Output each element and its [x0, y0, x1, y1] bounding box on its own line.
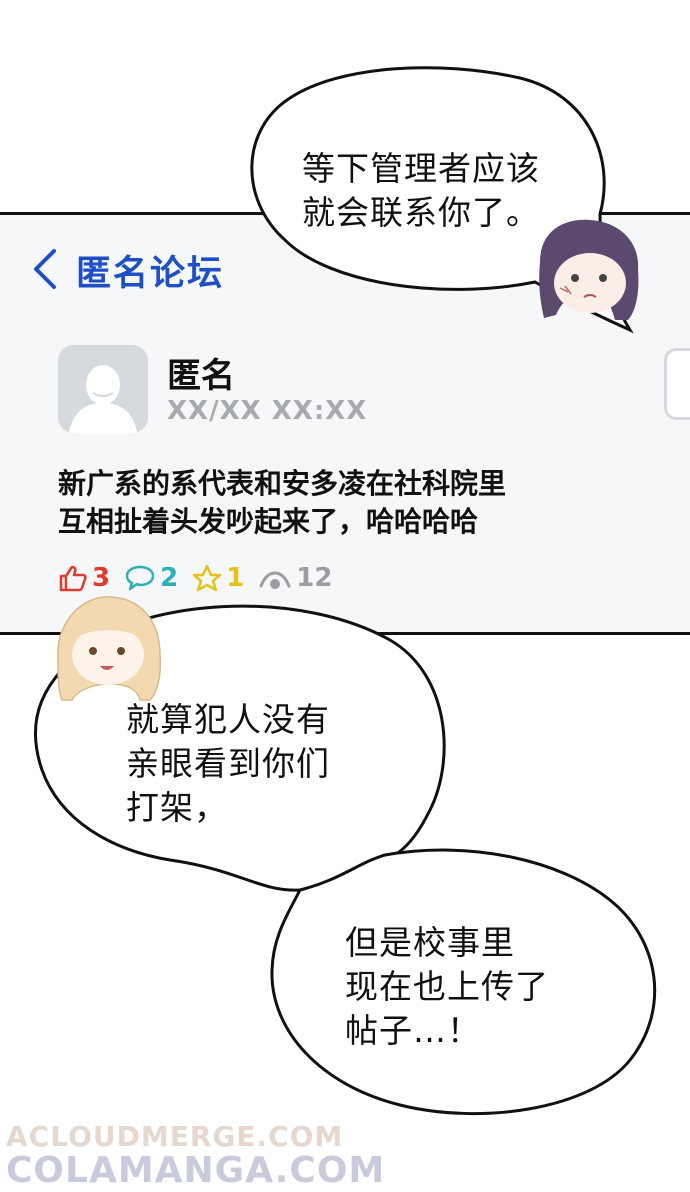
speech-bubble-top-text: 等下管理者应该 就会联系你了。 [302, 147, 540, 235]
bubble-line: 就算犯人没有 [126, 700, 330, 739]
bubble-line: 但是校事里 [345, 923, 515, 962]
bubble-line: 打架， [126, 788, 228, 827]
character-face-purple-hair [539, 219, 639, 320]
character-face-blonde-hair [57, 596, 162, 701]
bubble-line: 等下管理者应该 [302, 149, 540, 188]
watermark-line-1: ACLOUDMERGE.COM [6, 1120, 344, 1153]
watermark-line-2: COLAMANGA.COM [6, 1150, 386, 1191]
bubble-line: 帖子…！ [345, 1011, 481, 1050]
speech-bubble-bottom-text: 但是校事里 现在也上传了 帖子…！ [345, 921, 549, 1053]
bubble-line: 就会联系你了。 [302, 193, 540, 232]
bubble-line: 亲眼看到你们 [126, 744, 330, 783]
bubble-line: 现在也上传了 [345, 967, 549, 1006]
speech-bubble-middle-text: 就算犯人没有 亲眼看到你们 打架， [126, 698, 330, 830]
